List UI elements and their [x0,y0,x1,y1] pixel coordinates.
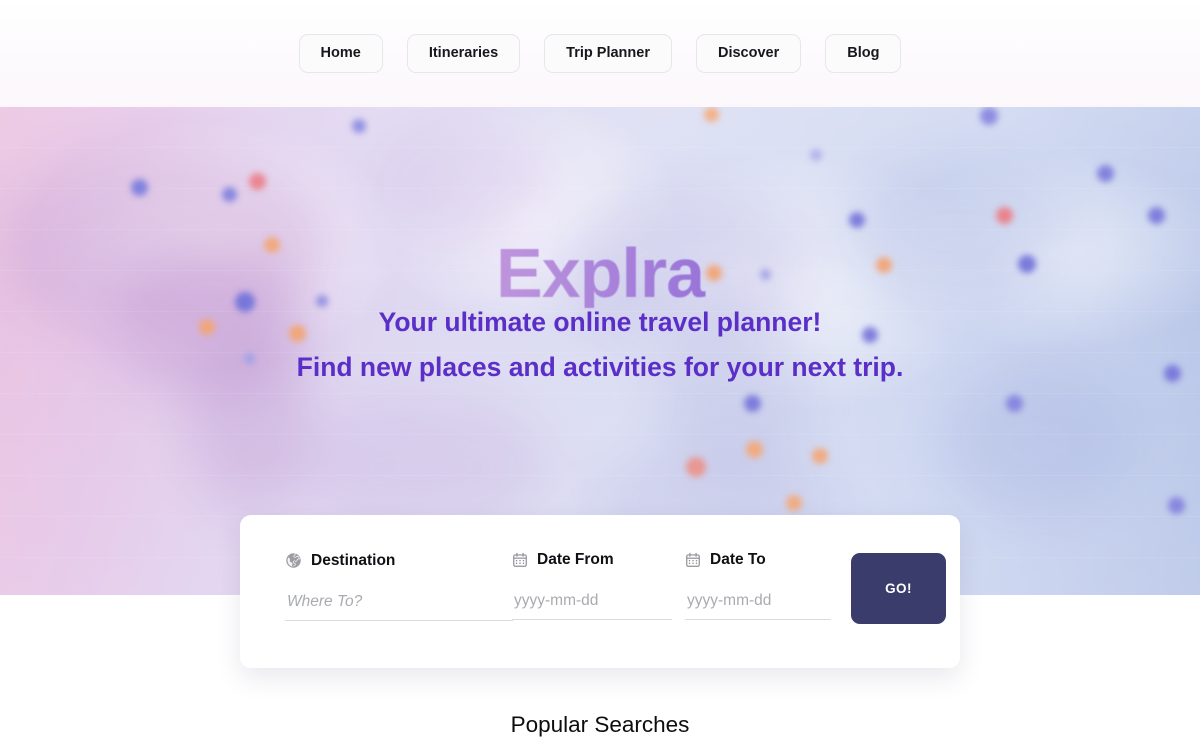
date-from-label-row: Date From [512,552,672,568]
date-to-label-row: Date To [685,552,845,568]
globe-icon [285,552,302,569]
popular-searches-title: Popular Searches [510,712,690,737]
nav-item-itineraries[interactable]: Itineraries [406,34,521,73]
page-root: Home Itineraries Trip Planner Discover B… [0,0,1200,750]
date-from-field-group: Date From [512,552,672,620]
hero-tagline-line-1: Your ultimate online travel planner! [378,307,822,337]
search-card: Destination Where To? Date From yyyy-mm-… [240,515,960,668]
site-header: Home Itineraries Trip Planner Discover B… [0,0,1200,107]
date-to-label: Date To [710,551,766,569]
nav-item-trip-planner[interactable]: Trip Planner [544,34,672,73]
search-submit-button[interactable]: GO! [851,553,946,624]
site-logo: Explra [0,238,1200,308]
calendar-icon [512,552,528,568]
date-to-input[interactable] [685,592,831,620]
hero-tagline: Your ultimate online travel planner! Fin… [0,300,1200,390]
calendar-icon [685,552,701,568]
nav-item-blog[interactable]: Blog [825,34,902,73]
destination-label: Destination [311,551,396,569]
destination-label-row: Destination [285,552,513,569]
hero-tagline-line-2: Find new places and activities for your … [296,352,904,382]
date-from-label: Date From [537,551,614,569]
destination-field-group: Destination [285,552,513,621]
nav-item-home[interactable]: Home [298,34,383,73]
date-from-input[interactable] [512,592,672,620]
nav-item-discover[interactable]: Discover [695,34,802,73]
main-navigation: Home Itineraries Trip Planner Discover B… [298,34,902,73]
date-to-field-group: Date To [685,552,845,620]
destination-input[interactable] [285,593,513,621]
